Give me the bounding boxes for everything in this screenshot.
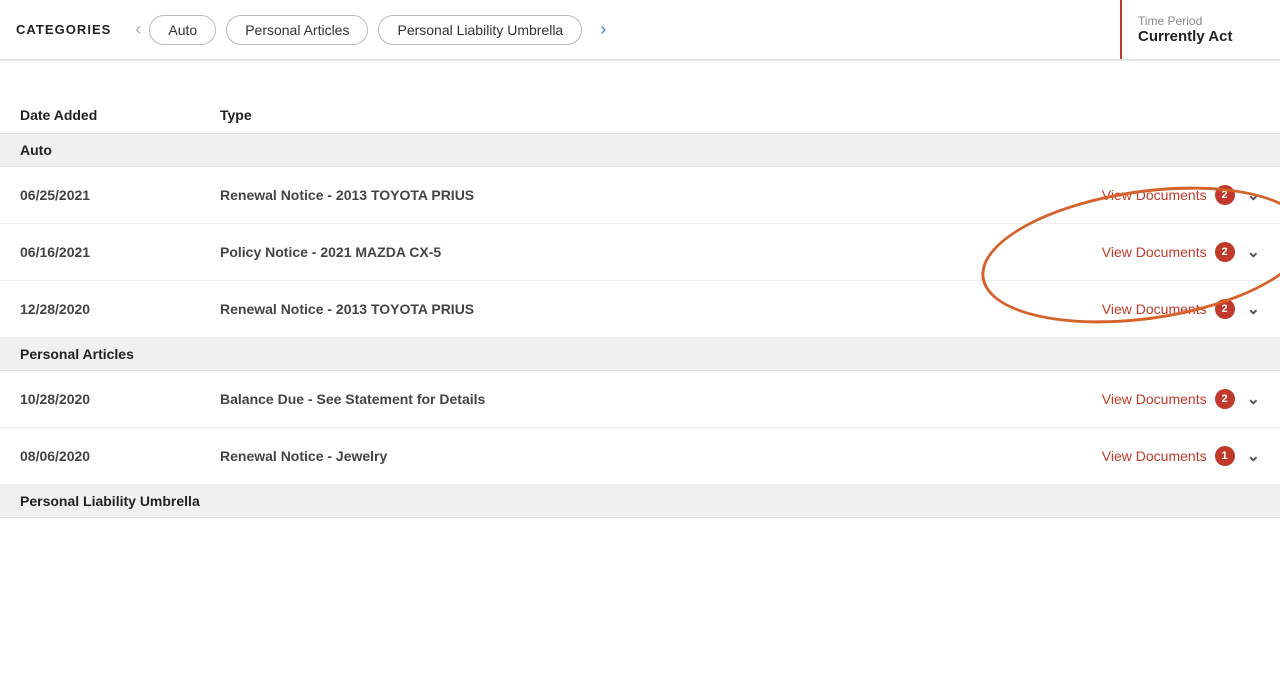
table-row: 06/16/2021 Policy Notice - 2021 MAZDA CX… [0, 224, 1280, 281]
time-period-block: Time Period Currently Act [1120, 0, 1280, 59]
row-date: 06/25/2021 [20, 187, 220, 203]
row-date: 12/28/2020 [20, 301, 220, 317]
tab-auto[interactable]: Auto [149, 15, 216, 45]
table-header: Date Added Type [0, 91, 1280, 134]
row-type: Renewal Notice - 2013 TOYOTA PRIUS [220, 301, 1040, 317]
chevron-down-icon[interactable]: ⌄ [1247, 299, 1260, 319]
row-action: View Documents 2 ⌄ [1040, 242, 1260, 262]
row-type: Policy Notice - 2021 MAZDA CX-5 [220, 244, 1040, 260]
chevron-down-icon[interactable]: ⌄ [1247, 185, 1260, 205]
section-header-personal-articles: Personal Articles [0, 338, 1280, 371]
row-date: 10/28/2020 [20, 391, 220, 407]
row-date: 08/06/2020 [20, 448, 220, 464]
chevron-down-icon[interactable]: ⌄ [1247, 242, 1260, 262]
view-documents-link[interactable]: View Documents [1102, 391, 1207, 407]
col-header-type: Type [220, 107, 1040, 123]
tabs-row: Auto Personal Articles Personal Liabilit… [149, 15, 1264, 45]
row-action: View Documents 2 ⌄ [1040, 389, 1260, 409]
row-action: View Documents 2 ⌄ [1040, 185, 1260, 205]
nav-next-button[interactable]: › [592, 15, 614, 44]
row-type: Renewal Notice - 2013 TOYOTA PRIUS [220, 187, 1040, 203]
table-row: 12/28/2020 Renewal Notice - 2013 TOYOTA … [0, 281, 1280, 338]
view-documents-link[interactable]: View Documents [1102, 301, 1207, 317]
tab-personal-articles[interactable]: Personal Articles [226, 15, 368, 45]
chevron-down-icon[interactable]: ⌄ [1247, 389, 1260, 409]
time-period-value: Currently Act [1138, 28, 1260, 45]
view-documents-link[interactable]: View Documents [1102, 187, 1207, 203]
table-row: 06/25/2021 Renewal Notice - 2013 TOYOTA … [0, 167, 1280, 224]
row-action: View Documents 1 ⌄ [1040, 446, 1260, 466]
documents-table: Date Added Type Auto 06/25/2021 Renewal … [0, 91, 1280, 518]
section-header-auto: Auto [0, 134, 1280, 167]
row-type: Renewal Notice - Jewelry [220, 448, 1040, 464]
col-header-action [1040, 107, 1260, 123]
document-count-badge: 1 [1215, 446, 1235, 466]
table-row: 08/06/2020 Renewal Notice - Jewelry View… [0, 428, 1280, 485]
row-type: Balance Due - See Statement for Details [220, 391, 1040, 407]
document-count-badge: 2 [1215, 242, 1235, 262]
row-action: View Documents 2 ⌄ [1040, 299, 1260, 319]
top-bar: CATEGORIES ‹ Auto Personal Articles Pers… [0, 0, 1280, 60]
chevron-down-icon[interactable]: ⌄ [1247, 446, 1260, 466]
section-header-umbrella: Personal Liability Umbrella [0, 485, 1280, 518]
col-header-date: Date Added [20, 107, 220, 123]
tab-personal-liability-umbrella[interactable]: Personal Liability Umbrella [378, 15, 582, 45]
view-documents-link[interactable]: View Documents [1102, 448, 1207, 464]
categories-label: CATEGORIES [16, 22, 111, 37]
table-row: 10/28/2020 Balance Due - See Statement f… [0, 371, 1280, 428]
document-count-badge: 2 [1215, 389, 1235, 409]
document-count-badge: 2 [1215, 299, 1235, 319]
nav-prev-button[interactable]: ‹ [127, 15, 149, 44]
document-count-badge: 2 [1215, 185, 1235, 205]
view-documents-link[interactable]: View Documents [1102, 244, 1207, 260]
row-date: 06/16/2021 [20, 244, 220, 260]
time-period-label: Time Period [1138, 14, 1260, 28]
